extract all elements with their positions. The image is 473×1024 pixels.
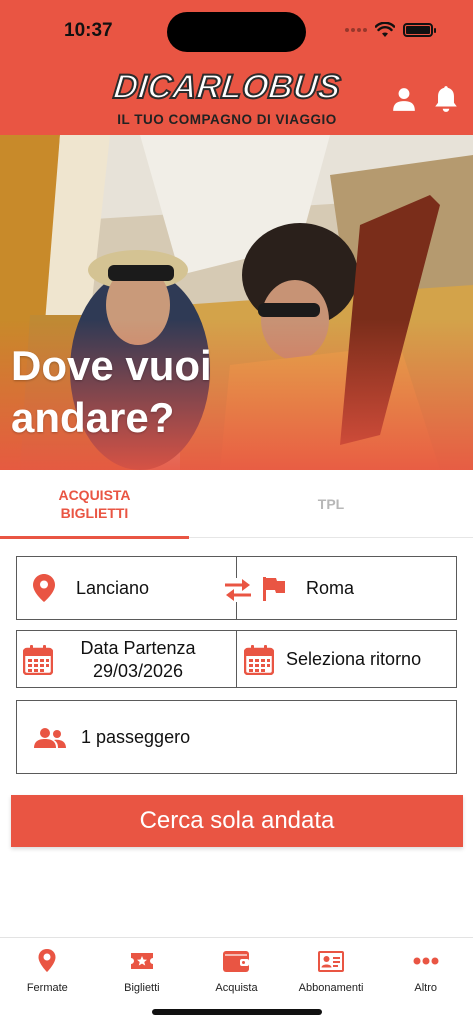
tab-label-line-1: ACQUISTA — [58, 487, 131, 503]
nav-label: Fermate — [26, 982, 68, 994]
nav-label: Biglietti — [124, 982, 160, 994]
tab-label-line-2: BIGLIETTI — [60, 505, 129, 521]
passengers-field[interactable]: 1 passeggero — [16, 700, 457, 774]
tab-acquista-biglietti[interactable]: ACQUISTA BIGLIETTI — [0, 470, 189, 539]
flag-icon — [263, 577, 285, 601]
nav-label: Acquista — [215, 982, 258, 994]
calendar-icon — [23, 645, 53, 675]
wallet-icon — [223, 951, 250, 972]
tab-label: TPL — [317, 496, 345, 512]
arrival-city-value: Roma — [306, 578, 355, 598]
departure-city-field[interactable]: Lanciano — [16, 556, 237, 620]
hero-title-line-1: Dove vuoi — [11, 342, 212, 389]
battery-level — [406, 26, 430, 34]
map-pin-icon — [33, 574, 55, 602]
departure-city-value: Lanciano — [76, 578, 150, 598]
return-date-value: Seleziona ritorno — [286, 649, 422, 669]
calendar-icon — [244, 645, 274, 675]
user-icon[interactable] — [391, 86, 417, 112]
search-one-way-button[interactable]: Cerca sola andata — [11, 795, 463, 847]
signal-icon — [345, 28, 367, 32]
tab-tpl[interactable]: TPL — [189, 470, 473, 538]
return-date-field[interactable]: Seleziona ritorno — [236, 630, 457, 688]
nav-fermate[interactable]: Fermate — [0, 938, 95, 1024]
nav-label: Abbonamenti — [298, 982, 364, 994]
wifi-icon — [375, 22, 395, 37]
dynamic-island — [167, 12, 306, 52]
app-header: 10:37 DICARLOBUS IL TUO COMPAGNO DI VIAG… — [0, 0, 473, 135]
status-time: 10:37 — [64, 20, 113, 41]
home-indicator[interactable] — [152, 1009, 322, 1015]
hero-title: Dove vuoi andare? — [11, 340, 331, 444]
hero-banner: Dove vuoi andare? — [0, 135, 473, 470]
logo-tagline: IL TUO COMPAGNO DI VIAGGIO — [117, 112, 337, 127]
more-dots-icon — [413, 957, 439, 965]
hero-title-line-2: andare? — [11, 394, 175, 441]
departure-date-field[interactable]: Data Partenza 29/03/2026 — [16, 630, 237, 688]
brand-logo: DICARLOBUS IL TUO COMPAGNO DI VIAGGIO — [82, 67, 372, 130]
nav-altro[interactable]: Altro — [378, 938, 473, 1024]
people-icon — [34, 728, 66, 748]
ticket-icon — [130, 953, 153, 969]
status-icons — [345, 22, 436, 38]
logo-text: DICARLOBUS — [111, 67, 344, 107]
departure-date-label: Data Partenza — [80, 638, 196, 658]
ticket-tabs: ACQUISTA BIGLIETTI TPL — [0, 470, 473, 539]
passengers-value: 1 passeggero — [81, 727, 191, 747]
departure-date-text: Data Partenza 29/03/2026 — [63, 637, 213, 683]
arrival-city-field[interactable]: Roma — [236, 556, 457, 620]
map-pin-icon — [38, 949, 56, 972]
battery-icon — [403, 23, 436, 37]
swap-icon[interactable] — [223, 578, 253, 602]
departure-date-value: 29/03/2026 — [92, 661, 184, 681]
id-card-icon — [318, 951, 345, 972]
bell-icon[interactable] — [433, 85, 459, 113]
nav-label: Altro — [414, 982, 437, 994]
